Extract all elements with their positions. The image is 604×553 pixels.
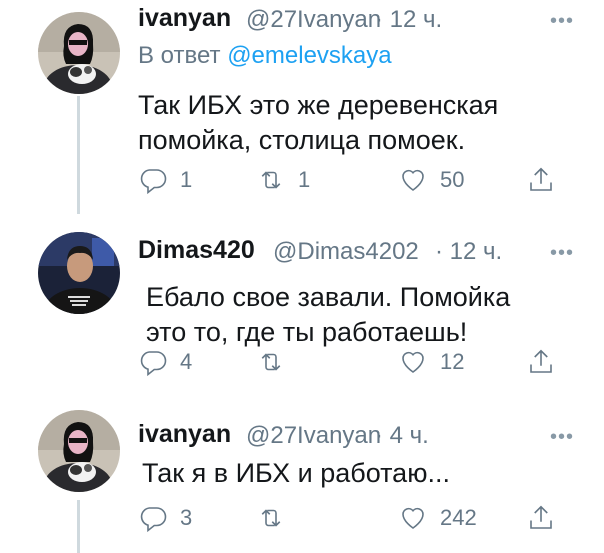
reply-count: 1 (180, 167, 193, 192)
like-count: 50 (440, 167, 465, 192)
more-icon[interactable]: ••• (550, 426, 574, 449)
thread-line (77, 96, 80, 214)
retweet-icon (256, 347, 286, 377)
reply-button[interactable]: 3 (138, 500, 192, 536)
tweet-actions: 3 242 (138, 500, 568, 536)
retweet-icon (256, 503, 286, 533)
like-count: 12 (440, 349, 465, 374)
reply-mention-link[interactable]: @emelevskaya (227, 42, 391, 69)
handle[interactable]: @Dimas4202 (273, 238, 419, 266)
like-icon (398, 503, 428, 533)
reply-icon (138, 165, 168, 195)
handle[interactable]: @27Ivanyan (246, 422, 381, 450)
timestamp[interactable]: · 12 ч. (435, 238, 502, 266)
share-icon (526, 347, 556, 377)
reply-button[interactable]: 4 (138, 344, 192, 380)
thread-line (77, 500, 80, 553)
share-icon (526, 503, 556, 533)
avatar[interactable] (38, 232, 120, 314)
retweet-button[interactable] (256, 344, 298, 380)
more-icon[interactable]: ••• (550, 10, 574, 33)
tweet-text: Так ИБХ это же деревенская помойка, стол… (138, 90, 499, 155)
like-button[interactable]: 242 (398, 500, 477, 536)
handle[interactable]: @27Ivanyan (246, 6, 381, 34)
like-icon (398, 347, 428, 377)
reply-count: 3 (180, 505, 193, 530)
reply-button[interactable]: 1 (138, 162, 192, 198)
tweet-text: Ебало свое завали. Помойка это то, где т… (146, 282, 511, 347)
tweet-actions: 1 1 50 (138, 162, 568, 198)
like-button[interactable]: 50 (398, 162, 464, 198)
retweet-count: 1 (298, 167, 311, 192)
retweet-button[interactable] (256, 500, 298, 536)
like-button[interactable]: 12 (398, 344, 464, 380)
timestamp[interactable]: · 4 ч. (375, 422, 429, 450)
share-button[interactable] (526, 344, 556, 380)
display-name[interactable]: ivanyan (138, 4, 231, 33)
display-name[interactable]: ivanyan (138, 420, 231, 449)
more-icon[interactable]: ••• (550, 242, 574, 265)
timestamp[interactable]: · 12 ч. (375, 6, 442, 34)
tweet-actions: 4 12 (138, 344, 568, 380)
display-name[interactable]: Dimas420 (138, 236, 255, 265)
avatar[interactable] (38, 410, 120, 492)
share-button[interactable] (526, 500, 556, 536)
tweet[interactable]: ivanyan @27Ivanyan · 4 ч. ••• Так я в ИБ… (0, 394, 604, 553)
share-icon (526, 165, 556, 195)
like-count: 242 (440, 505, 477, 530)
reply-count: 4 (180, 349, 193, 374)
retweet-button[interactable]: 1 (256, 162, 310, 198)
reply-icon (138, 347, 168, 377)
tweet-text: Так я в ИБХ и работаю... (142, 458, 450, 488)
tweet[interactable]: ivanyan @27Ivanyan · 12 ч. ••• В ответ @… (0, 0, 604, 214)
share-button[interactable] (526, 162, 556, 198)
tweet[interactable]: Dimas420 @Dimas4202 · 12 ч. ••• Ебало св… (0, 214, 604, 394)
reply-to: В ответ @emelevskaya (138, 42, 392, 70)
reply-icon (138, 503, 168, 533)
reply-to-label: В ответ (138, 42, 221, 69)
retweet-icon (256, 165, 286, 195)
avatar[interactable] (38, 12, 120, 94)
like-icon (398, 165, 428, 195)
